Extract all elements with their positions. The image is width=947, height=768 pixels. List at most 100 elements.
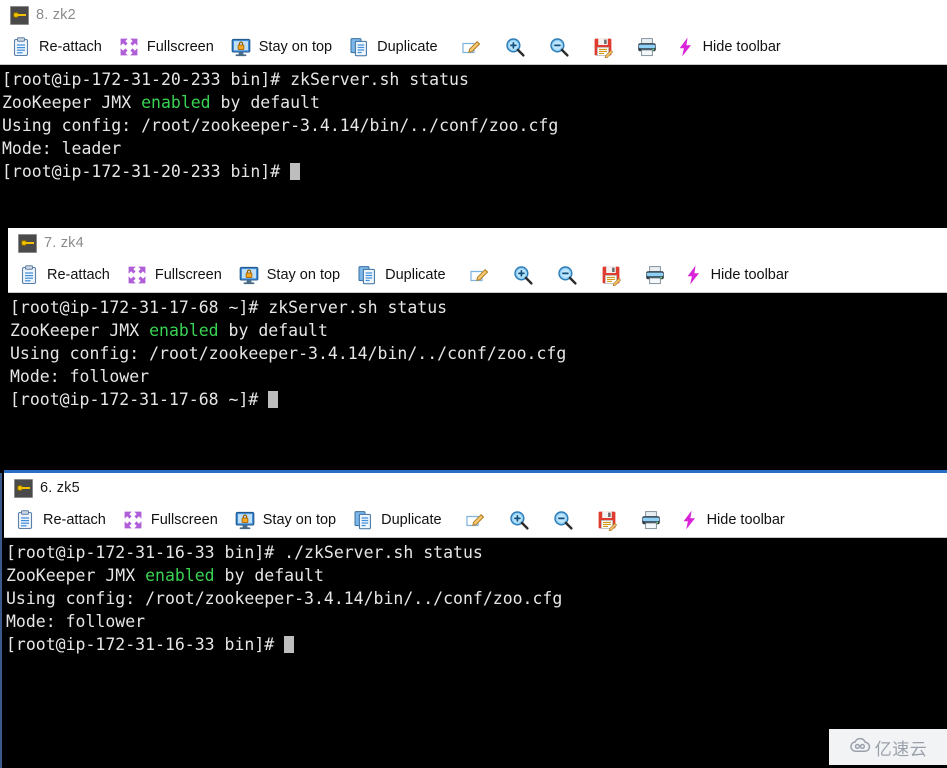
- toolbar-button-printer[interactable]: [636, 30, 658, 64]
- edit-pencil-icon[interactable]: [464, 509, 486, 531]
- toolbar-button-duplicate-pages[interactable]: Duplicate: [348, 30, 453, 64]
- toolbar-button-zoom-out[interactable]: [556, 258, 578, 292]
- edit-pencil-icon[interactable]: [468, 264, 490, 286]
- toolbar-button-label: Duplicate: [381, 512, 442, 528]
- toolbar-button-zoom-in[interactable]: [508, 503, 530, 537]
- toolbar-button-zoom-in[interactable]: [504, 30, 526, 64]
- terminal-text-highlight: enabled: [149, 321, 219, 340]
- toolbar-button-label: Hide toolbar: [706, 512, 785, 528]
- terminal-output[interactable]: [root@ip-172-31-16-33 bin]# ./zkServer.s…: [4, 538, 947, 683]
- lightning-bolt-icon[interactable]: [674, 36, 696, 58]
- cloud-icon: [849, 737, 871, 758]
- zoom-in-icon[interactable]: [504, 36, 526, 58]
- terminal-text: ZooKeeper JMX: [2, 93, 142, 112]
- zoom-out-icon[interactable]: [548, 36, 570, 58]
- terminal-line: [root@ip-172-31-16-33 bin]# ./zkServer.s…: [6, 541, 947, 564]
- edit-pencil-icon[interactable]: [460, 36, 482, 58]
- toolbar-button-save-floppy[interactable]: [596, 503, 618, 537]
- clipboard-icon[interactable]: [10, 36, 32, 58]
- terminal-line: ZooKeeper JMX enabled by default: [6, 564, 947, 587]
- terminal-line: [root@ip-172-31-20-233 bin]#: [2, 160, 947, 183]
- toolbar-button-label: Re-attach: [39, 39, 102, 55]
- toolbar-button-lightning-bolt[interactable]: Hide toolbar: [674, 30, 797, 64]
- toolbar-button-save-floppy[interactable]: [600, 258, 622, 292]
- terminal-text: [root@ip-172-31-16-33 bin]# ./zkServer.s…: [6, 543, 483, 562]
- save-floppy-icon[interactable]: [596, 509, 618, 531]
- fullscreen-arrows-icon[interactable]: [122, 509, 144, 531]
- terminal-text: by default: [210, 93, 320, 112]
- toolbar-button-clipboard[interactable]: Re-attach: [18, 258, 126, 292]
- window-title: 6. zk5: [40, 480, 80, 496]
- toolbar-button-fullscreen-arrows[interactable]: Fullscreen: [122, 503, 234, 537]
- terminal-text: [root@ip-172-31-17-68 ~]# zkServer.sh st…: [10, 298, 448, 317]
- toolbar-button-label: Duplicate: [377, 39, 438, 55]
- toolbar-button-edit-pencil[interactable]: [464, 503, 486, 537]
- toolbar-button-duplicate-pages[interactable]: Duplicate: [352, 503, 457, 537]
- toolbar-button-zoom-out[interactable]: [548, 30, 570, 64]
- terminal-output[interactable]: [root@ip-172-31-17-68 ~]# zkServer.sh st…: [8, 293, 947, 448]
- fullscreen-arrows-icon[interactable]: [126, 264, 148, 286]
- duplicate-pages-icon[interactable]: [352, 509, 374, 531]
- monitor-lock-icon[interactable]: [234, 509, 256, 531]
- zoom-in-icon[interactable]: [508, 509, 530, 531]
- lightning-bolt-icon[interactable]: [682, 264, 704, 286]
- printer-icon[interactable]: [640, 509, 662, 531]
- clipboard-icon[interactable]: [18, 264, 40, 286]
- lightning-bolt-icon[interactable]: [678, 509, 700, 531]
- monitor-lock-icon[interactable]: [230, 36, 252, 58]
- key-icon: [10, 5, 29, 25]
- toolbar-button-monitor-lock[interactable]: Stay on top: [238, 258, 356, 292]
- zoom-out-icon[interactable]: [556, 264, 578, 286]
- toolbar-button-label: Stay on top: [266, 267, 341, 283]
- zoom-out-icon[interactable]: [552, 509, 574, 531]
- toolbar-button-lightning-bolt[interactable]: Hide toolbar: [678, 503, 801, 537]
- toolbar-button-fullscreen-arrows[interactable]: Fullscreen: [126, 258, 238, 292]
- duplicate-pages-icon[interactable]: [348, 36, 370, 58]
- toolbar-button-printer[interactable]: [640, 503, 662, 537]
- toolbar-button-zoom-out[interactable]: [552, 503, 574, 537]
- terminal-text: [root@ip-172-31-16-33 bin]#: [6, 635, 285, 654]
- terminal-line: Using config: /root/zookeeper-3.4.14/bin…: [2, 114, 947, 137]
- terminal-text: [root@ip-172-31-20-233 bin]#: [2, 162, 291, 181]
- toolbar-button-clipboard[interactable]: Re-attach: [14, 503, 122, 537]
- toolbar-button-duplicate-pages[interactable]: Duplicate: [356, 258, 461, 292]
- terminal-line: ZooKeeper JMX enabled by default: [10, 319, 947, 342]
- terminal-output[interactable]: [root@ip-172-31-20-233 bin]# zkServer.sh…: [0, 65, 947, 215]
- toolbar-button-lightning-bolt[interactable]: Hide toolbar: [682, 258, 805, 292]
- toolbar-button-label: Hide toolbar: [702, 39, 781, 55]
- fullscreen-arrows-icon[interactable]: [118, 36, 140, 58]
- zoom-in-icon[interactable]: [512, 264, 534, 286]
- toolbar-button-edit-pencil[interactable]: [468, 258, 490, 292]
- save-floppy-icon[interactable]: [592, 36, 614, 58]
- toolbar-button-fullscreen-arrows[interactable]: Fullscreen: [118, 30, 230, 64]
- toolbar-button-printer[interactable]: [644, 258, 666, 292]
- toolbar-button-save-floppy[interactable]: [592, 30, 614, 64]
- window-chrome: 7. zk4 Re-attach Fullscreen Stay on top Dupl…: [8, 228, 947, 293]
- window-titlebar[interactable]: 6. zk5: [4, 473, 947, 503]
- toolbar-button-label: Hide toolbar: [710, 267, 789, 283]
- terminal-line: ZooKeeper JMX enabled by default: [2, 91, 947, 114]
- key-icon: [18, 233, 37, 253]
- terminal-line: Using config: /root/zookeeper-3.4.14/bin…: [6, 587, 947, 610]
- toolbar-button-edit-pencil[interactable]: [460, 30, 482, 64]
- console-window-zk2[interactable]: 8. zk2 Re-attach Fullscreen Stay on top Dupl…: [0, 0, 947, 228]
- printer-icon[interactable]: [644, 264, 666, 286]
- toolbar-button-label: Re-attach: [43, 512, 106, 528]
- window-titlebar[interactable]: 8. zk2: [0, 0, 947, 30]
- toolbar-button-zoom-in[interactable]: [512, 258, 534, 292]
- toolbar-button-monitor-lock[interactable]: Stay on top: [234, 503, 352, 537]
- terminal-text: Mode: follower: [6, 612, 146, 631]
- duplicate-pages-icon[interactable]: [356, 264, 378, 286]
- window-titlebar[interactable]: 7. zk4: [8, 228, 947, 258]
- monitor-lock-icon[interactable]: [238, 264, 260, 286]
- printer-icon[interactable]: [636, 36, 658, 58]
- save-floppy-icon[interactable]: [600, 264, 622, 286]
- terminal-text: [root@ip-172-31-17-68 ~]#: [10, 390, 269, 409]
- toolbar-button-monitor-lock[interactable]: Stay on top: [230, 30, 348, 64]
- terminal-cursor: [284, 636, 295, 653]
- window-chrome: 6. zk5 Re-attach Fullscreen Stay on top Dupl…: [4, 473, 947, 538]
- clipboard-icon[interactable]: [14, 509, 36, 531]
- console-window-zk4[interactable]: 7. zk4 Re-attach Fullscreen Stay on top Dupl…: [8, 228, 947, 472]
- toolbar-button-clipboard[interactable]: Re-attach: [10, 30, 118, 64]
- console-window-zk5[interactable]: 6. zk5 Re-attach Fullscreen Stay on top Dupl…: [0, 470, 947, 768]
